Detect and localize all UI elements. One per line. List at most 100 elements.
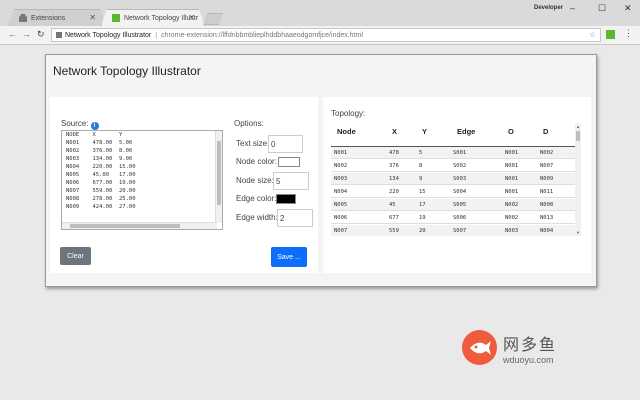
fish-shape [469,340,491,355]
topology-label: Topology: [331,109,366,118]
column-header: X [392,127,398,136]
app-card: Network Topology Illustrator Source: i NO… [45,54,597,287]
watermark-url: wduoyu.com [503,354,554,365]
table-cell: 220 [389,189,399,195]
table-cell: N001 [334,150,348,156]
address-bar[interactable]: Network Topology Illustrator | chrome-ex… [51,28,601,42]
scrollbar-thumb[interactable] [576,131,580,141]
left-panel: Source: i NODE X Y N001 478.00 5.00 N002 … [50,97,318,273]
scrollbar-thumb[interactable] [217,141,221,205]
column-header: O [508,127,514,136]
source-vertical-scrollbar[interactable] [215,131,222,223]
source-label: Source: i [61,119,99,130]
table-cell: N007 [540,163,554,169]
window-close-icon[interactable]: ✕ [624,3,632,14]
menu-icon[interactable]: ⋮ [624,28,633,39]
scroll-down-icon[interactable]: ▼ [576,230,580,235]
clear-button[interactable]: Clear [60,247,91,265]
node-size-input[interactable]: 5 [273,172,309,190]
node-size-label: Node size: [236,176,274,185]
table-cell: 677 [389,215,399,221]
back-icon[interactable]: ← [8,29,17,39]
new-tab-button[interactable] [203,13,223,25]
table-cell: N002 [540,150,554,156]
table-cell: 478 [389,150,399,156]
source-row: N006 677.00 19.00 [66,180,136,186]
info-icon[interactable]: i [90,122,99,130]
minimize-icon[interactable]: – [570,3,575,13]
table-cell: S002 [453,163,467,169]
tab-extensions[interactable]: Extensions ✕ [8,9,106,26]
table-row[interactable]: N003 134 9 S003 N001 N009 [331,173,575,185]
profile-name[interactable]: Developer [534,5,563,11]
watermark-text: 网多鱼 wduoyu.com [503,331,557,365]
table-cell: S005 [453,202,467,208]
table-cell: N011 [540,189,554,195]
table-cell: N002 [505,202,519,208]
table-row[interactable]: N004 220 15 S004 N001 N011 [331,186,575,198]
table-cell: 20 [419,228,426,234]
source-row: NODE X Y [66,132,123,138]
bookmark-star-icon[interactable]: ☆ [589,30,596,39]
table-cell: N001 [505,163,519,169]
maximize-icon[interactable]: ☐ [598,3,606,14]
table-cell: S004 [453,189,467,195]
column-header: Edge [457,127,476,136]
address-url: chrome-extension://lffdnbbmblieplhddbhaa… [161,31,363,39]
table-row[interactable]: N007 559 20 S007 N003 N004 [331,225,575,236]
source-row: N003 134.00 9.00 [66,156,133,162]
close-icon[interactable]: ✕ [188,13,195,22]
fish-logo-icon [462,330,497,365]
source-row: N008 278.00 25.00 [66,196,136,202]
edge-color-picker[interactable] [276,194,296,204]
source-textarea[interactable]: NODE X Y N001 478.00 5.00 N002 376.00 8.… [61,130,223,230]
source-row: N004 220.00 15.00 [66,164,136,170]
source-row: N007 559.00 20.00 [66,188,136,194]
source-row: N001 478.00 5.00 [66,140,133,146]
extension-icon[interactable] [606,30,615,39]
table-cell: 9 [419,176,423,182]
close-icon[interactable]: ✕ [89,13,96,22]
table-cell: N007 [334,228,348,234]
edge-width-input[interactable]: 2 [277,209,313,227]
edge-color-label: Edge color: [236,194,277,203]
address-site: Network Topology Illustrator [65,31,152,39]
table-row[interactable]: N001 478 5 S001 N001 N002 [331,147,575,159]
table-cell: N005 [334,202,348,208]
scroll-up-icon[interactable]: ▲ [576,124,580,129]
table-cell: N001 [505,189,519,195]
table-row[interactable]: N006 677 19 S006 N002 N013 [331,212,575,224]
save-button[interactable]: Save ... [271,247,307,267]
topology-table: Node X Y Edge O D N001 478 5 S001 N001 N… [331,123,575,236]
watermark-cn: 网多鱼 [503,336,558,354]
node-color-picker[interactable] [278,157,300,167]
table-cell: 8 [419,163,423,169]
table-cell: S007 [453,228,467,234]
source-horizontal-scrollbar[interactable] [62,222,217,229]
table-cell: 45 [389,202,396,208]
table-cell: N001 [505,150,519,156]
text-size-input[interactable]: 0 [268,135,303,153]
table-cell: 559 [389,228,399,234]
topology-scrollbar[interactable]: ▲ ▼ [575,123,581,236]
edge-width-label: Edge width: [236,213,278,222]
scrollbar-thumb[interactable] [70,224,180,228]
text-size-label: Text size: [236,139,270,148]
tab-label: Extensions [31,14,66,22]
reload-icon[interactable]: ↻ [37,29,45,40]
forward-icon[interactable]: → [22,29,31,39]
tab-network-topology[interactable]: Network Topology Illustr ✕ [101,9,205,26]
puzzle-icon [19,14,27,22]
table-cell: S003 [453,176,467,182]
table-cell: 17 [419,202,426,208]
column-header: Node [337,127,356,136]
table-row[interactable]: N002 376 8 S002 N001 N007 [331,160,575,172]
app-title: Network Topology Illustrator [53,64,201,78]
address-separator: | [155,31,158,39]
table-cell: N002 [334,163,348,169]
source-row: N009 424.00 27.00 [66,204,136,210]
table-row[interactable]: N005 45 17 S005 N002 N008 [331,199,575,211]
browser-tabstrip: Extensions ✕ Network Topology Illustr ✕ … [0,0,640,26]
tab-label: Network Topology Illustr [124,14,199,22]
network-icon [112,14,120,22]
